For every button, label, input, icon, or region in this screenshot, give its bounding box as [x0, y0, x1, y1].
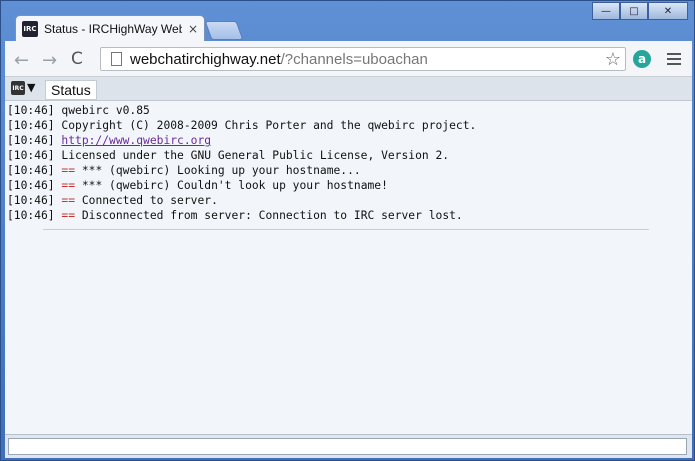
message-input[interactable] — [8, 438, 687, 455]
message-line: [10:46] == Disconnected from server: Con… — [7, 208, 690, 223]
menu-dropdown-icon[interactable]: ▼ — [27, 81, 35, 94]
message-text: Connected to server. — [81, 194, 218, 207]
message-line: [10:46] == *** (qwebirc) Looking up your… — [7, 163, 690, 178]
window-controls: — □ ✕ — [592, 2, 688, 20]
input-bar — [5, 434, 692, 458]
menu-icon[interactable] — [667, 53, 681, 68]
bookmark-star-icon[interactable]: ☆ — [605, 49, 621, 70]
maximize-button[interactable]: □ — [620, 2, 648, 20]
server-marker: == — [61, 209, 76, 222]
message-line: [10:46] == Connected to server. — [7, 193, 690, 208]
message-text: *** (qwebirc) Couldn't look up your host… — [81, 179, 388, 192]
forward-arrow-icon[interactable]: → — [42, 50, 57, 71]
browser-toolbar: ← → C webchatirchighway.net/?channels=ub… — [5, 41, 692, 77]
message-line: [10:46] == *** (qwebirc) Couldn't look u… — [7, 178, 690, 193]
message-text: Disconnected from server: Connection to … — [81, 209, 463, 222]
url-text[interactable]: webchatirchighway.net/?channels=uboachan — [130, 51, 428, 68]
server-marker: == — [61, 179, 76, 192]
url-path: /?channels=uboachan — [280, 50, 428, 68]
extension-icon[interactable]: a — [633, 50, 651, 68]
irc-tab-status[interactable]: Status — [45, 80, 97, 100]
irc-tabbar: IRC ▼ Status — [5, 77, 692, 101]
reload-icon[interactable]: C — [71, 49, 83, 69]
irc-logo-icon[interactable]: IRC — [11, 81, 25, 95]
browser-tab-status[interactable]: IRC Status - IRCHighWay Web × — [15, 15, 205, 42]
message-text: *** (qwebirc) Looking up your hostname..… — [81, 164, 361, 177]
browser-window: — □ ✕ IRC Status - IRCHighWay Web × ← → … — [0, 0, 695, 461]
new-tab-button[interactable] — [204, 21, 244, 40]
close-window-button[interactable]: ✕ — [648, 2, 688, 20]
tab-title: Status - IRCHighWay Web — [44, 22, 182, 36]
message-line: [10:46] Copyright (C) 2008-2009 Chris Po… — [7, 118, 690, 133]
message-link[interactable]: http://www.qwebirc.org — [61, 134, 211, 147]
message-log: [10:46] qwebirc v0.85 [10:46] Copyright (… — [5, 101, 692, 434]
timestamp: [10:46] — [7, 179, 55, 192]
divider-line — [43, 229, 649, 230]
irc-favicon-icon: IRC — [22, 21, 38, 37]
timestamp: [10:46] — [7, 134, 55, 147]
timestamp: [10:46] — [7, 104, 55, 117]
timestamp: [10:46] — [7, 149, 55, 162]
timestamp: [10:46] — [7, 194, 55, 207]
message-line: [10:46] http://www.qwebirc.org — [7, 133, 690, 148]
address-bar[interactable]: webchatirchighway.net/?channels=uboachan… — [100, 47, 626, 71]
server-marker: == — [61, 194, 76, 207]
page-icon — [111, 52, 122, 66]
message-line: [10:46] qwebirc v0.85 — [7, 103, 690, 118]
tab-close-icon[interactable]: × — [188, 22, 198, 36]
timestamp: [10:46] — [7, 119, 55, 132]
server-marker: == — [61, 164, 76, 177]
timestamp: [10:46] — [7, 164, 55, 177]
message-text: qwebirc v0.85 — [61, 104, 150, 117]
message-text: Copyright (C) 2008-2009 Chris Porter and… — [61, 119, 477, 132]
message-text: Licensed under the GNU General Public Li… — [61, 149, 450, 162]
minimize-button[interactable]: — — [592, 2, 620, 20]
back-arrow-icon[interactable]: ← — [14, 50, 29, 71]
message-line: [10:46] Licensed under the GNU General P… — [7, 148, 690, 163]
url-domain: webchatirchighway.net — [130, 50, 281, 68]
timestamp: [10:46] — [7, 209, 55, 222]
